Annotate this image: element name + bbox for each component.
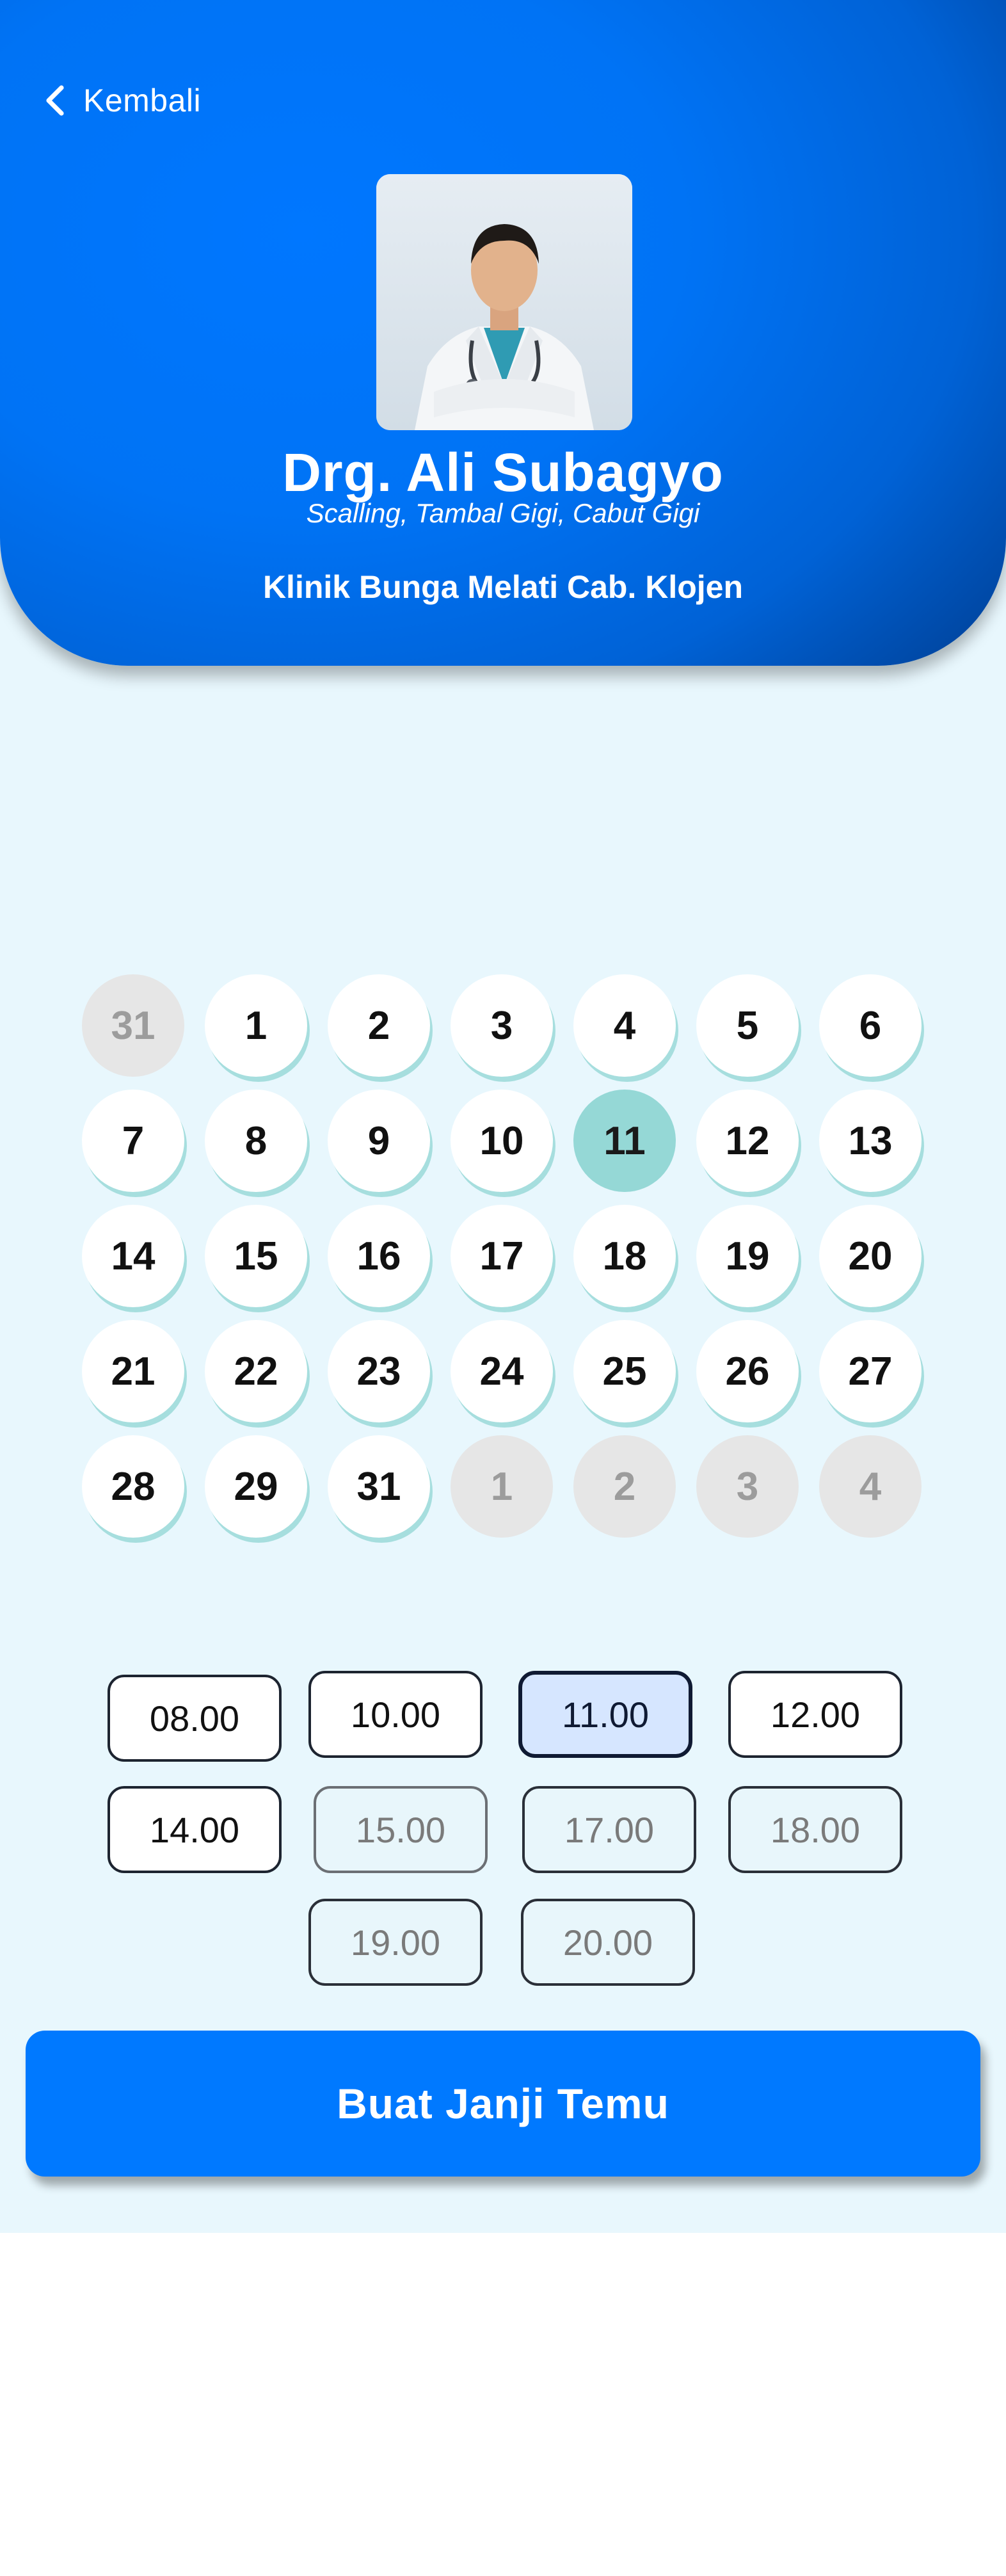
calendar-day[interactable]: 3 xyxy=(451,974,553,1077)
doctor-name: Drg. Ali Subagyo xyxy=(282,442,724,503)
calendar-day[interactable]: 5 xyxy=(696,974,799,1077)
time-slot-button: 18.00 xyxy=(728,1786,902,1873)
time-slot-button: 19.00 xyxy=(308,1899,483,1986)
calendar-day[interactable]: 17 xyxy=(451,1205,553,1307)
calendar-day[interactable]: 14 xyxy=(82,1205,184,1307)
calendar-day[interactable]: 27 xyxy=(819,1320,922,1422)
clinic-name: Klinik Bunga Melati Cab. Klojen xyxy=(262,569,744,605)
time-slot-button: 17.00 xyxy=(522,1786,696,1873)
calendar-day: 4 xyxy=(819,1435,922,1538)
calendar-day[interactable]: 19 xyxy=(696,1205,799,1307)
calendar-day[interactable]: 23 xyxy=(328,1320,430,1422)
calendar-day[interactable]: 28 xyxy=(82,1435,184,1538)
calendar-day[interactable]: 20 xyxy=(819,1205,922,1307)
time-slot-button[interactable]: 11.00 xyxy=(518,1671,692,1758)
calendar-day[interactable]: 8 xyxy=(205,1090,307,1192)
calendar-day[interactable]: 12 xyxy=(696,1090,799,1192)
time-slot-button[interactable]: 10.00 xyxy=(308,1671,483,1758)
calendar-day[interactable]: 1 xyxy=(205,974,307,1077)
calendar-day[interactable]: 2 xyxy=(328,974,430,1077)
doctor-header: Kembali Drg. Ali Subagyo Scalling, Tamba… xyxy=(0,0,1006,666)
time-slot-button[interactable]: 14.00 xyxy=(108,1786,282,1873)
calendar-day[interactable]: 31 xyxy=(328,1435,430,1538)
time-slot-button[interactable]: 12.00 xyxy=(728,1671,902,1758)
back-button[interactable]: Kembali xyxy=(42,78,201,123)
calendar-day: 3 xyxy=(696,1435,799,1538)
calendar-day[interactable]: 7 xyxy=(82,1090,184,1192)
calendar-day[interactable]: 13 xyxy=(819,1090,922,1192)
calendar-day: 1 xyxy=(451,1435,553,1538)
calendar-day[interactable]: 10 xyxy=(451,1090,553,1192)
calendar-day[interactable]: 22 xyxy=(205,1320,307,1422)
calendar-day[interactable]: 16 xyxy=(328,1205,430,1307)
calendar-day[interactable]: 29 xyxy=(205,1435,307,1538)
calendar-day[interactable]: 11 xyxy=(573,1090,676,1192)
doctor-photo xyxy=(376,174,632,430)
calendar-day[interactable]: 4 xyxy=(573,974,676,1077)
calendar-day[interactable]: 25 xyxy=(573,1320,676,1422)
doctor-specialties: Scalling, Tambal Gigi, Cabut Gigi xyxy=(306,498,700,528)
back-label: Kembali xyxy=(83,83,202,118)
time-slot-button: 15.00 xyxy=(314,1786,488,1873)
doctor-portrait-icon xyxy=(376,174,632,430)
book-appointment-button[interactable]: Buat Janji Temu xyxy=(26,2031,980,2177)
appointment-screen: Kembali Drg. Ali Subagyo Scalling, Tamba… xyxy=(0,0,1006,2233)
chevron-left-icon xyxy=(46,85,64,116)
calendar-day: 2 xyxy=(573,1435,676,1538)
calendar-day[interactable]: 15 xyxy=(205,1205,307,1307)
calendar-day[interactable]: 9 xyxy=(328,1090,430,1192)
calendar-day: 31 xyxy=(82,974,184,1077)
calendar-day[interactable]: 24 xyxy=(451,1320,553,1422)
calendar-day[interactable]: 18 xyxy=(573,1205,676,1307)
calendar-day[interactable]: 21 xyxy=(82,1320,184,1422)
calendar-day[interactable]: 26 xyxy=(696,1320,799,1422)
time-slot-button: 20.00 xyxy=(521,1899,695,1986)
calendar-day[interactable]: 6 xyxy=(819,974,922,1077)
time-slot-button[interactable]: 08.00 xyxy=(108,1675,282,1762)
